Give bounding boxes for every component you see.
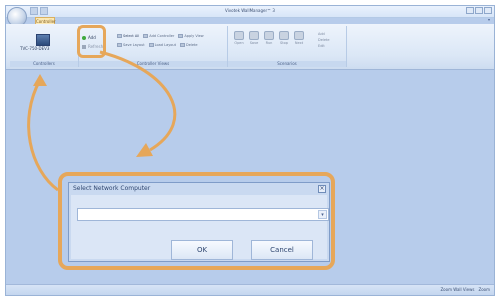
save-layout-button[interactable]: Save Layout (117, 43, 145, 47)
window-title: Vivotek WallManager™ 3 (225, 8, 275, 13)
scenario-run-button[interactable]: Run (264, 31, 274, 45)
tab-controller[interactable]: Controller (35, 17, 56, 24)
app-window: Vivotek WallManager™ 3 Controller TVC-75… (5, 5, 495, 296)
close-window-button[interactable] (484, 7, 492, 14)
dialog-title: Select Network Computer (73, 185, 151, 192)
scenario-stop-label: Stop (280, 41, 288, 45)
select-all-icon (117, 34, 122, 38)
close-icon[interactable]: × (318, 185, 326, 193)
group-label-views: Controller Views (79, 61, 227, 67)
save-icon (249, 31, 259, 40)
add-icon (82, 35, 86, 40)
load-layout-label: Load Layout (154, 43, 177, 47)
scenario-save-button[interactable]: Save (249, 31, 259, 45)
apply-view-icon (178, 34, 184, 38)
add-controller-icon (143, 34, 149, 38)
stop-icon (279, 31, 289, 40)
apply-view-button[interactable]: Apply View (178, 34, 204, 38)
highlight-add-refresh (77, 25, 106, 58)
view-buttons-row1: Select All Add Controller Apply View (117, 34, 204, 38)
apply-view-label: Apply View (184, 34, 204, 38)
minimize-button[interactable] (466, 7, 474, 14)
select-all-label: Select All (123, 34, 140, 38)
scenario-side-buttons: Add Delete Edit (318, 32, 330, 48)
scenario-delete-label[interactable]: Delete (318, 38, 330, 42)
add-controller-label: Add Controller (149, 34, 175, 38)
ok-button[interactable]: OK (171, 240, 233, 260)
scenario-edit-label[interactable]: Edit (318, 44, 330, 48)
status-wall-views[interactable]: Zoom Wall Views (440, 287, 474, 292)
add-controller-button[interactable]: Add Controller (143, 34, 174, 38)
refresh-button[interactable]: Refresh (82, 44, 103, 49)
delete-view-icon (180, 43, 186, 47)
delete-view-label: Delete (186, 43, 198, 47)
cancel-button[interactable]: Cancel (251, 240, 313, 260)
add-label: Add (88, 35, 96, 40)
scenario-open-label: Open (234, 41, 244, 45)
chevron-down-icon[interactable]: ▾ (488, 17, 490, 22)
status-bar: Zoom Wall Views Zoom (6, 284, 494, 295)
view-buttons-row2: Save Layout Load Layout Delete (117, 43, 198, 47)
window-controls (466, 7, 492, 14)
add-button[interactable]: Add (82, 35, 96, 40)
scenario-stop-button[interactable]: Stop (279, 31, 289, 45)
status-right: Zoom Wall Views Zoom (440, 287, 490, 292)
maximize-button[interactable] (475, 7, 483, 14)
save-layout-icon (117, 43, 122, 47)
network-computer-combobox[interactable]: ▾ (77, 208, 329, 221)
scenario-open-button[interactable]: Open (234, 31, 244, 45)
load-layout-button[interactable]: Load Layout (148, 43, 177, 47)
controller-icon[interactable] (36, 34, 50, 46)
scenario-next-button[interactable]: Next (294, 31, 304, 45)
status-zoom[interactable]: Zoom (478, 287, 490, 292)
chevron-down-icon[interactable]: ▾ (318, 210, 327, 219)
run-icon (264, 31, 274, 40)
open-icon (234, 31, 244, 40)
select-network-computer-dialog: Select Network Computer × ▾ OK Cancel (68, 182, 330, 262)
load-layout-icon (148, 43, 154, 47)
scenario-run-label: Run (265, 41, 273, 45)
scenario-add-label[interactable]: Add (318, 32, 330, 36)
refresh-icon (82, 44, 86, 49)
scenario-save-label: Save (249, 41, 259, 45)
group-controllers: TVC-750-DEV3 Controllers (10, 26, 79, 67)
controller-name[interactable]: TVC-750-DEV3 (20, 46, 49, 51)
title-bar: Vivotek WallManager™ 3 (6, 6, 494, 18)
group-label-scenarios: Scenarios (228, 61, 346, 67)
group-label-controllers: Controllers (10, 61, 78, 67)
scenario-buttons: Open Save Run Stop Next (234, 31, 304, 45)
next-icon (294, 31, 304, 40)
select-all-button[interactable]: Select All (117, 34, 139, 38)
delete-view-button[interactable]: Delete (180, 43, 198, 47)
save-layout-label: Save Layout (123, 43, 145, 47)
refresh-label: Refresh (88, 44, 104, 49)
dialog-body: ▾ OK Cancel (71, 195, 329, 260)
scenario-next-label: Next (294, 41, 304, 45)
